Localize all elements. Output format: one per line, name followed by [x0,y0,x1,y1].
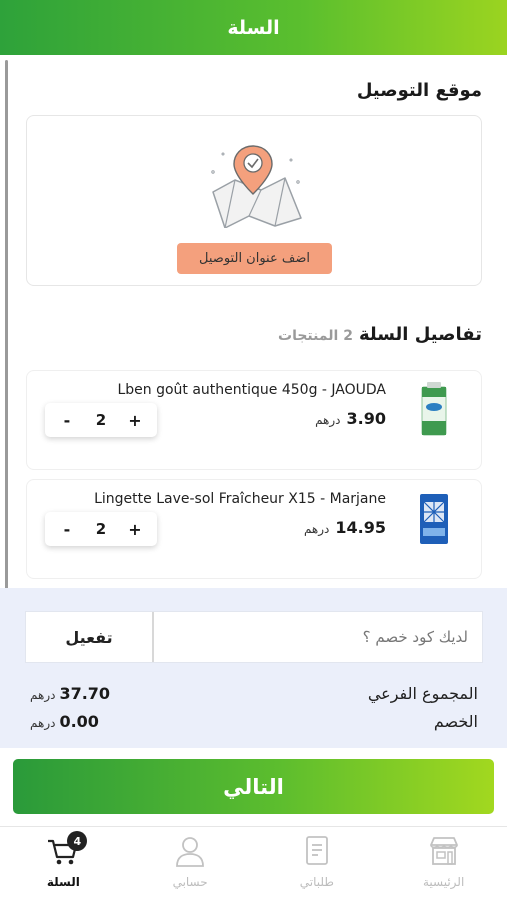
quantity-stepper: - 2 + [45,512,157,546]
page-title: السلة [227,16,280,39]
tab-label: طلباتي [299,875,334,889]
cart-details-title: تفاصيل السلة 2 المنتجات [278,324,482,345]
increase-quantity-button[interactable]: + [125,520,145,539]
tab-orders[interactable]: طلباتي [254,827,381,900]
next-button[interactable]: التالي [13,759,494,814]
product-name: Lben goût authentique 450g - JAOUDA [117,382,386,398]
promo-code-box: تفعيل [25,611,483,663]
tab-label: الرئيسية [422,875,465,889]
product-image [421,382,447,436]
activate-promo-button[interactable]: تفعيل [26,612,154,662]
tab-home[interactable]: الرئيسية [380,827,507,900]
delivery-section-title: موقع التوصيل [356,80,482,101]
increase-quantity-button[interactable]: + [125,411,145,430]
quantity-value: 2 [95,411,107,429]
discount-row: درهم 0.00 الخصم [30,712,478,731]
tab-label: حسابي [172,875,208,889]
price-value: 3.90 [346,409,386,428]
subtotal-currency: درهم [30,688,56,702]
product-image [420,494,448,544]
map-pin-icon [211,145,302,228]
add-delivery-address-button[interactable]: اضف عنوان التوصيل [177,243,332,274]
order-summary-panel: تفعيل درهم 37.70 المجموع الفرعي درهم 0.0… [0,588,507,748]
price-currency: درهم [303,522,330,536]
cart-item: Lben goût authentique 450g - JAOUDA 3.90… [26,370,482,470]
product-price: 3.90 درهم [315,409,386,428]
quantity-value: 2 [95,520,107,538]
promo-code-input[interactable] [154,612,482,662]
price-currency: درهم [315,413,341,427]
cart-section-title: تفاصيل السلة [358,324,482,345]
price-value: 14.95 [335,518,386,537]
subtotal-row: درهم 37.70 المجموع الفرعي [30,684,478,703]
orders-icon [299,833,335,869]
discount-amount: درهم 0.00 [30,712,99,731]
tab-label: السلة [46,875,80,889]
cart-count-badge: 4 [67,831,88,851]
discount-value: 0.00 [59,712,99,731]
product-price: 14.95 درهم [304,518,386,537]
delivery-location-card[interactable]: اضف عنوان التوصيل [26,115,482,286]
top-app-bar: السلة [0,0,507,55]
quantity-stepper: - 2 + [45,403,157,437]
tab-cart[interactable]: 4 السلة [0,827,127,900]
bottom-tab-bar: 4 السلة حسابي طلباتي الرئيسية [0,826,507,900]
store-icon [426,833,462,869]
decrease-quantity-button[interactable]: - [57,411,77,430]
discount-label: الخصم [433,712,478,731]
subtotal-value: 37.70 [59,684,111,703]
decrease-quantity-button[interactable]: - [57,520,77,539]
cart-item: Lingette Lave-sol Fraîcheur X15 - Marjan… [26,479,482,579]
discount-currency: درهم [30,716,56,730]
tab-account[interactable]: حسابي [127,827,254,900]
products-count: 2 المنتجات [278,328,353,344]
user-icon [172,833,208,869]
product-name: Lingette Lave-sol Fraîcheur X15 - Marjan… [94,491,386,507]
subtotal-amount: درهم 37.70 [30,684,110,703]
subtotal-label: المجموع الفرعي [367,684,478,703]
cart-icon: 4 [45,831,88,869]
